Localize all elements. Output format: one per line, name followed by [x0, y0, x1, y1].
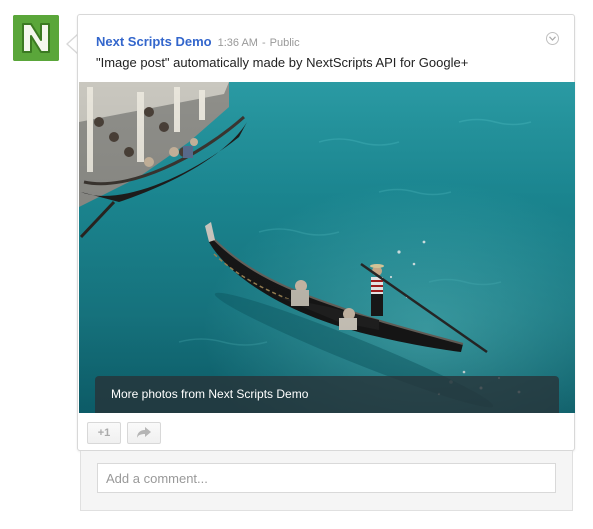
post-header: Next Scripts Demo 1:36 AM - Public — [96, 33, 300, 51]
post-stage: Next Scripts Demo 1:36 AM - Public "Image p… — [0, 0, 593, 529]
post-body-text: "Image post" automatically made by NextS… — [96, 55, 469, 70]
more-photos-link[interactable]: More photos from Next Scripts Demo — [95, 376, 559, 413]
post-card: Next Scripts Demo 1:36 AM - Public "Image p… — [77, 14, 575, 451]
post-photo[interactable]: More photos from Next Scripts Demo — [79, 82, 575, 413]
gondola-photo-image — [79, 82, 575, 413]
author-avatar[interactable] — [13, 15, 59, 61]
chevron-down-icon — [549, 36, 556, 41]
n-logo-icon — [13, 15, 59, 61]
comment-area — [80, 451, 573, 511]
post-meta: 1:36 AM - Public — [218, 37, 300, 49]
visibility-label[interactable]: Public — [270, 37, 300, 49]
share-arrow-icon — [137, 427, 151, 438]
comment-input[interactable] — [97, 463, 556, 493]
post-timestamp[interactable]: 1:36 AM — [218, 37, 258, 49]
meta-separator: - — [261, 37, 266, 49]
share-button[interactable] — [127, 422, 161, 444]
plus-one-button[interactable]: +1 — [87, 422, 121, 444]
author-name-link[interactable]: Next Scripts Demo — [96, 34, 212, 49]
post-options-button[interactable] — [546, 32, 559, 45]
